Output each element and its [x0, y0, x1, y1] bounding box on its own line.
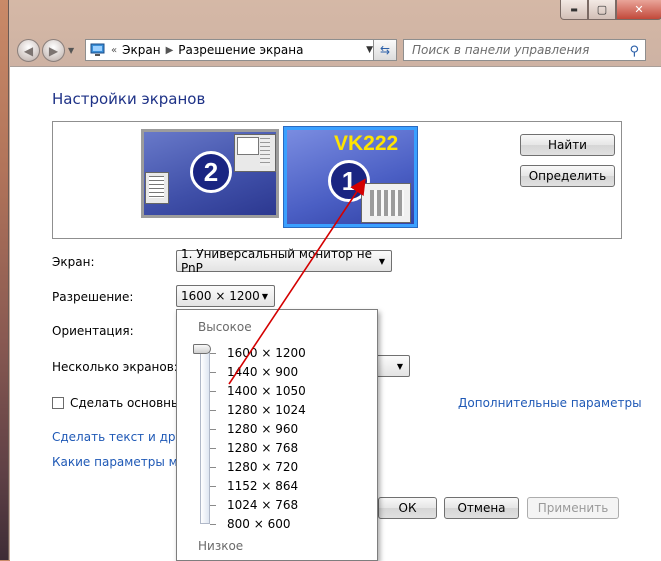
control-panel-window: ▬ ▢ ✕ ◀ ▶ ▼ « Экран ▶ Разрешение экрана … — [8, 0, 661, 561]
chevron-down-icon: ▼ — [378, 257, 385, 266]
resolution-slider-track[interactable] — [200, 346, 210, 524]
slider-tick — [210, 429, 216, 430]
mini-grid-window-icon — [361, 183, 411, 223]
chevron-down-icon: ▼ — [396, 362, 403, 371]
monitor-1-selected[interactable]: VK222 1 — [284, 127, 417, 227]
resolution-dropdown: Высокое 1600 × 1200 1440 × 900 1400 × 1050… — [176, 309, 378, 561]
history-dropdown-icon[interactable]: ▼ — [68, 46, 74, 55]
resolution-option[interactable]: 1152 × 864 — [227, 479, 298, 493]
slider-tick — [210, 391, 216, 392]
monitor-2[interactable]: 2 — [141, 129, 279, 218]
make-main-label: Сделать основным — [70, 396, 190, 410]
find-button[interactable]: Найти — [520, 134, 615, 156]
mini-window-icon — [234, 134, 276, 172]
breadcrumb-separator-icon: ▶ — [165, 44, 174, 56]
monitor-label-vk222: VK222 — [334, 132, 399, 155]
resolution-high-label: Высокое — [198, 320, 252, 334]
arrow-right-icon: ▶ — [48, 43, 59, 58]
screen-select[interactable]: 1. Универсальный монитор не PnP ▼ — [176, 247, 392, 275]
breadcrumb-item-screen[interactable]: Экран — [122, 43, 160, 57]
slider-tick — [210, 524, 216, 525]
slider-tick — [210, 467, 216, 468]
cancel-button[interactable]: Отмена — [444, 497, 519, 519]
slider-tick — [210, 486, 216, 487]
advanced-settings-link[interactable]: Дополнительные параметры — [458, 396, 642, 410]
resolution-option[interactable]: 1280 × 768 — [227, 441, 298, 455]
ok-button[interactable]: ОК — [378, 497, 437, 519]
slider-tick — [210, 372, 216, 373]
close-button[interactable]: ✕ — [616, 0, 661, 20]
maximize-button[interactable]: ▢ — [588, 0, 616, 20]
search-input[interactable]: Поиск в панели управления ⚲ — [403, 39, 646, 61]
resolution-option[interactable]: 800 × 600 — [227, 517, 291, 531]
resolution-option[interactable]: 1280 × 1024 — [227, 403, 306, 417]
multiple-displays-label: Несколько экранов: — [52, 360, 178, 374]
navigation-bar: ◀ ▶ ▼ « Экран ▶ Разрешение экрана ▼ ⇆ По… — [9, 38, 661, 64]
close-icon: ✕ — [634, 3, 644, 16]
caption-buttons: ▬ ▢ ✕ — [560, 0, 661, 20]
resolution-option[interactable]: 1280 × 960 — [227, 422, 298, 436]
refresh-icon: ⇆ — [379, 43, 391, 57]
slider-tick — [210, 448, 216, 449]
resolution-option[interactable]: 1600 × 1200 — [227, 346, 306, 360]
arrow-left-icon: ◀ — [23, 43, 34, 58]
resolution-low-label: Низкое — [198, 539, 244, 553]
monitor-icon — [90, 43, 105, 56]
slider-tick — [210, 410, 216, 411]
orientation-label: Ориентация: — [52, 324, 134, 338]
monitor-settings-link[interactable]: Какие параметры мон — [52, 455, 193, 469]
resolution-option[interactable]: 1400 × 1050 — [227, 384, 306, 398]
page-title: Настройки экранов — [52, 90, 206, 108]
resolution-select[interactable]: 1600 × 1200 ▼ — [176, 285, 275, 307]
apply-button[interactable]: Применить — [527, 497, 619, 519]
chevron-down-icon: ▼ — [261, 292, 268, 301]
resolution-label: Разрешение: — [52, 290, 134, 304]
minimize-icon: ▬ — [570, 5, 578, 14]
slider-tick — [210, 353, 216, 354]
address-bar[interactable]: « Экран ▶ Разрешение экрана ▼ — [85, 39, 379, 61]
search-placeholder: Поиск в панели управления — [412, 43, 590, 57]
resolution-option[interactable]: 1440 × 900 — [227, 365, 298, 379]
identify-button[interactable]: Определить — [520, 165, 615, 187]
screen-select-value: 1. Универсальный монитор не PnP — [181, 247, 372, 275]
breadcrumb-item-resolution[interactable]: Разрешение экрана — [178, 43, 303, 57]
search-icon[interactable]: ⚲ — [629, 42, 639, 62]
address-dropdown-icon[interactable]: ▼ — [366, 45, 373, 55]
resolution-option[interactable]: 1280 × 720 — [227, 460, 298, 474]
forward-button[interactable]: ▶ — [42, 39, 65, 62]
refresh-button[interactable]: ⇆ — [373, 39, 397, 61]
screen-label: Экран: — [52, 255, 95, 269]
resolution-option[interactable]: 1024 × 768 — [227, 498, 298, 512]
monitor-2-number: 2 — [190, 151, 232, 193]
breadcrumb-separator-icon: « — [111, 44, 118, 56]
content-area: Настройки экранов 2 VK222 1 Найти Опреде… — [10, 66, 661, 561]
resolution-slider-thumb[interactable] — [193, 344, 211, 354]
make-main-checkbox[interactable] — [52, 397, 64, 409]
minimize-button[interactable]: ▬ — [560, 0, 588, 20]
slider-tick — [210, 505, 216, 506]
resolution-select-value: 1600 × 1200 — [181, 289, 260, 303]
maximize-icon: ▢ — [596, 3, 608, 16]
monitor-layout-panel: 2 VK222 1 Найти Определить — [52, 121, 622, 239]
back-button[interactable]: ◀ — [17, 39, 40, 62]
mini-list-icon — [145, 172, 169, 204]
